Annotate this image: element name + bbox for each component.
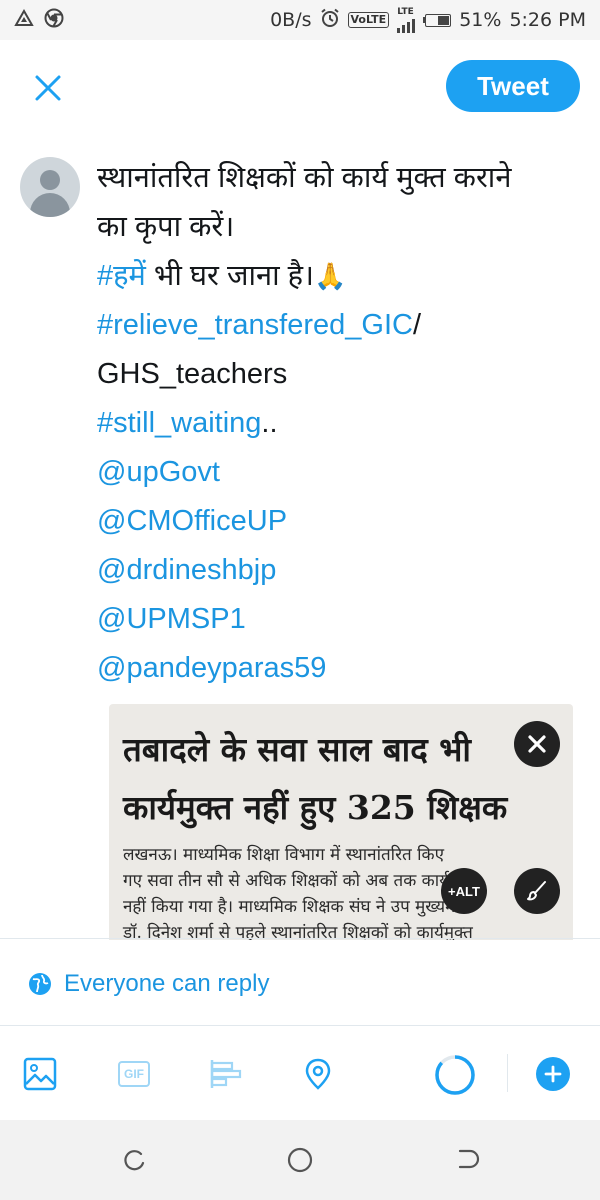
status-bar: 0B/s VoLTE LTE 51% 5:26 PM [0, 0, 600, 40]
clock: 5:26 PM [509, 9, 586, 31]
close-icon [35, 75, 61, 101]
mention-link[interactable]: @drdineshbjp [97, 546, 587, 595]
location-icon [305, 1058, 331, 1090]
add-image-button[interactable] [22, 1056, 58, 1092]
edit-image-button[interactable] [514, 868, 560, 914]
network-speed: 0B/s [270, 9, 312, 31]
mention-link[interactable]: @CMOfficeUP [97, 497, 587, 546]
clipping-body-line: लखनऊ। माध्यमिक शिक्षा विभाग में स्थानांत… [123, 845, 444, 865]
clipping-body-line: गए सवा तीन सौ से अधिक शिक्षकों को अब तक … [123, 871, 478, 891]
recents-button[interactable] [114, 1140, 154, 1180]
gif-icon: GIF [118, 1061, 150, 1087]
image-attachment[interactable]: तबादले के सवा साल बाद भी कार्यमुक्त नहीं… [109, 704, 573, 940]
close-button[interactable] [28, 68, 68, 108]
tweet-line: का कृपा करें। [97, 211, 235, 243]
back-icon [458, 1149, 480, 1169]
status-right: 0B/s VoLTE LTE 51% 5:26 PM [270, 6, 586, 33]
divider [0, 938, 600, 939]
back-button[interactable] [446, 1140, 486, 1180]
globe-icon [29, 973, 51, 995]
add-gif-button[interactable]: GIF [116, 1056, 152, 1092]
close-icon [528, 735, 546, 753]
tweet-text-input[interactable]: स्थानांतरित शिक्षकों को कार्य मुक्त करान… [97, 154, 587, 693]
folded-hands-emoji: 🙏 [314, 261, 347, 291]
add-poll-button[interactable] [208, 1056, 244, 1092]
recents-icon [124, 1150, 145, 1171]
tweet-text-fragment: .. [261, 407, 278, 439]
character-counter [435, 1055, 475, 1095]
reply-setting-label: Everyone can reply [64, 970, 270, 997]
mention-link[interactable]: @UPMSP1 [97, 595, 587, 644]
tweet-text-fragment: भी घर जाना है। [145, 260, 315, 292]
tweet-line: #हमें भी घर जाना है।🙏 [97, 252, 587, 301]
hashtag-link[interactable]: #हमें [97, 260, 146, 292]
hashtag-link[interactable]: #relieve_transfered_GIC [97, 309, 413, 341]
toolbar-separator [507, 1054, 508, 1092]
mention-link[interactable]: @pandeyparas59 [97, 644, 587, 693]
reply-setting-button[interactable]: Everyone can reply [28, 964, 269, 1004]
volte-badge: VoLTE [347, 12, 390, 28]
add-icon [544, 1065, 562, 1083]
tweet-line: #relieve_transfered_GIC/ [97, 301, 587, 350]
brush-icon [527, 881, 546, 901]
battery-percent: 51% [459, 9, 502, 31]
status-left [14, 8, 64, 33]
alt-text-button[interactable]: +ALT [441, 868, 487, 914]
add-tweet-button[interactable] [536, 1057, 570, 1091]
avatar [20, 157, 80, 217]
tweet-button[interactable]: Tweet [446, 60, 580, 112]
add-location-button[interactable] [300, 1056, 336, 1092]
notification-icon [14, 8, 34, 32]
clipping-headline: तबादले के सवा साल बाद भी [123, 730, 471, 769]
hashtag-link[interactable]: #still_waiting [97, 407, 261, 439]
alarm-icon [320, 8, 340, 33]
clipping-body-line: नहीं किया गया है। माध्यमिक शिक्षक संघ ने… [123, 897, 470, 917]
chrome-icon [44, 8, 64, 33]
clipping-subheadline: कार्यमुक्त नहीं हुए 325 शिक्षक [123, 788, 508, 827]
clipping-body-line: डॉ. दिनेश शर्मा से पहले स्थानांतरित शिक्… [123, 923, 473, 940]
mention-link[interactable]: @upGovt [97, 448, 587, 497]
poll-icon [210, 1060, 242, 1088]
battery-icon [423, 13, 452, 27]
tweet-line: #still_waiting.. [97, 399, 587, 448]
divider [0, 1025, 600, 1026]
clipping-body: लखनऊ। माध्यमिक शिक्षा विभाग में स्थानांत… [123, 842, 563, 940]
image-icon [23, 1057, 57, 1091]
lte-label: LTE [397, 6, 414, 17]
home-button[interactable] [280, 1140, 320, 1180]
tweet-line: GHS_teachers [97, 358, 288, 390]
tweet-text-fragment: / [412, 309, 422, 341]
signal-icon: LTE [397, 6, 416, 33]
remove-image-button[interactable] [514, 721, 560, 767]
home-icon [287, 1147, 313, 1173]
tweet-line: स्थानांतरित शिक्षकों को कार्य मुक्त करान… [97, 162, 512, 194]
system-nav-bar [0, 1120, 600, 1200]
